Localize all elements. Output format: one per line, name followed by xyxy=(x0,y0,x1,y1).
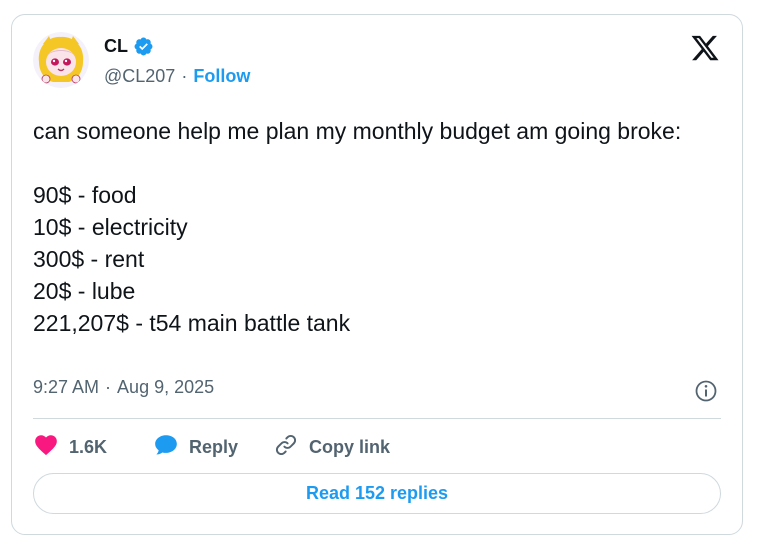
tweet-date[interactable]: Aug 9, 2025 xyxy=(117,377,214,398)
follow-button[interactable]: Follow xyxy=(193,66,250,87)
divider xyxy=(33,418,721,419)
copy-link-label: Copy link xyxy=(309,436,391,457)
author-name-row[interactable]: CL xyxy=(104,36,154,57)
tweet-timestamp[interactable]: 9:27 AM · Aug 9, 2025 xyxy=(33,377,214,398)
reply-bubble-icon xyxy=(153,432,179,463)
avatar[interactable] xyxy=(33,32,89,88)
reply-label: Reply xyxy=(189,436,239,457)
copy-link-button[interactable]: Copy link xyxy=(273,432,390,463)
separator-dot: · xyxy=(181,66,188,86)
action-bar: 1.6K Reply Copy link xyxy=(33,432,390,462)
read-replies-button[interactable]: Read 152 replies xyxy=(33,473,721,514)
tweet-card: CL @CL207 · Follow can someone help me p… xyxy=(11,14,743,535)
tweet-time[interactable]: 9:27 AM xyxy=(33,377,99,398)
like-count: 1.6K xyxy=(69,436,108,457)
like-button[interactable]: 1.6K xyxy=(33,432,153,463)
x-logo-icon[interactable] xyxy=(690,33,720,63)
link-icon xyxy=(273,432,299,463)
info-icon[interactable] xyxy=(694,379,718,403)
separator-dot: · xyxy=(105,377,112,397)
author-handle[interactable]: @CL207 xyxy=(104,66,175,87)
reply-button[interactable]: Reply xyxy=(153,432,273,463)
author-display-name[interactable]: CL xyxy=(104,36,128,57)
verified-badge-icon xyxy=(133,36,154,57)
author-handle-row: @CL207 · Follow xyxy=(104,66,250,87)
heart-icon xyxy=(33,432,59,463)
tweet-text: can someone help me plan my monthly budg… xyxy=(33,118,682,336)
